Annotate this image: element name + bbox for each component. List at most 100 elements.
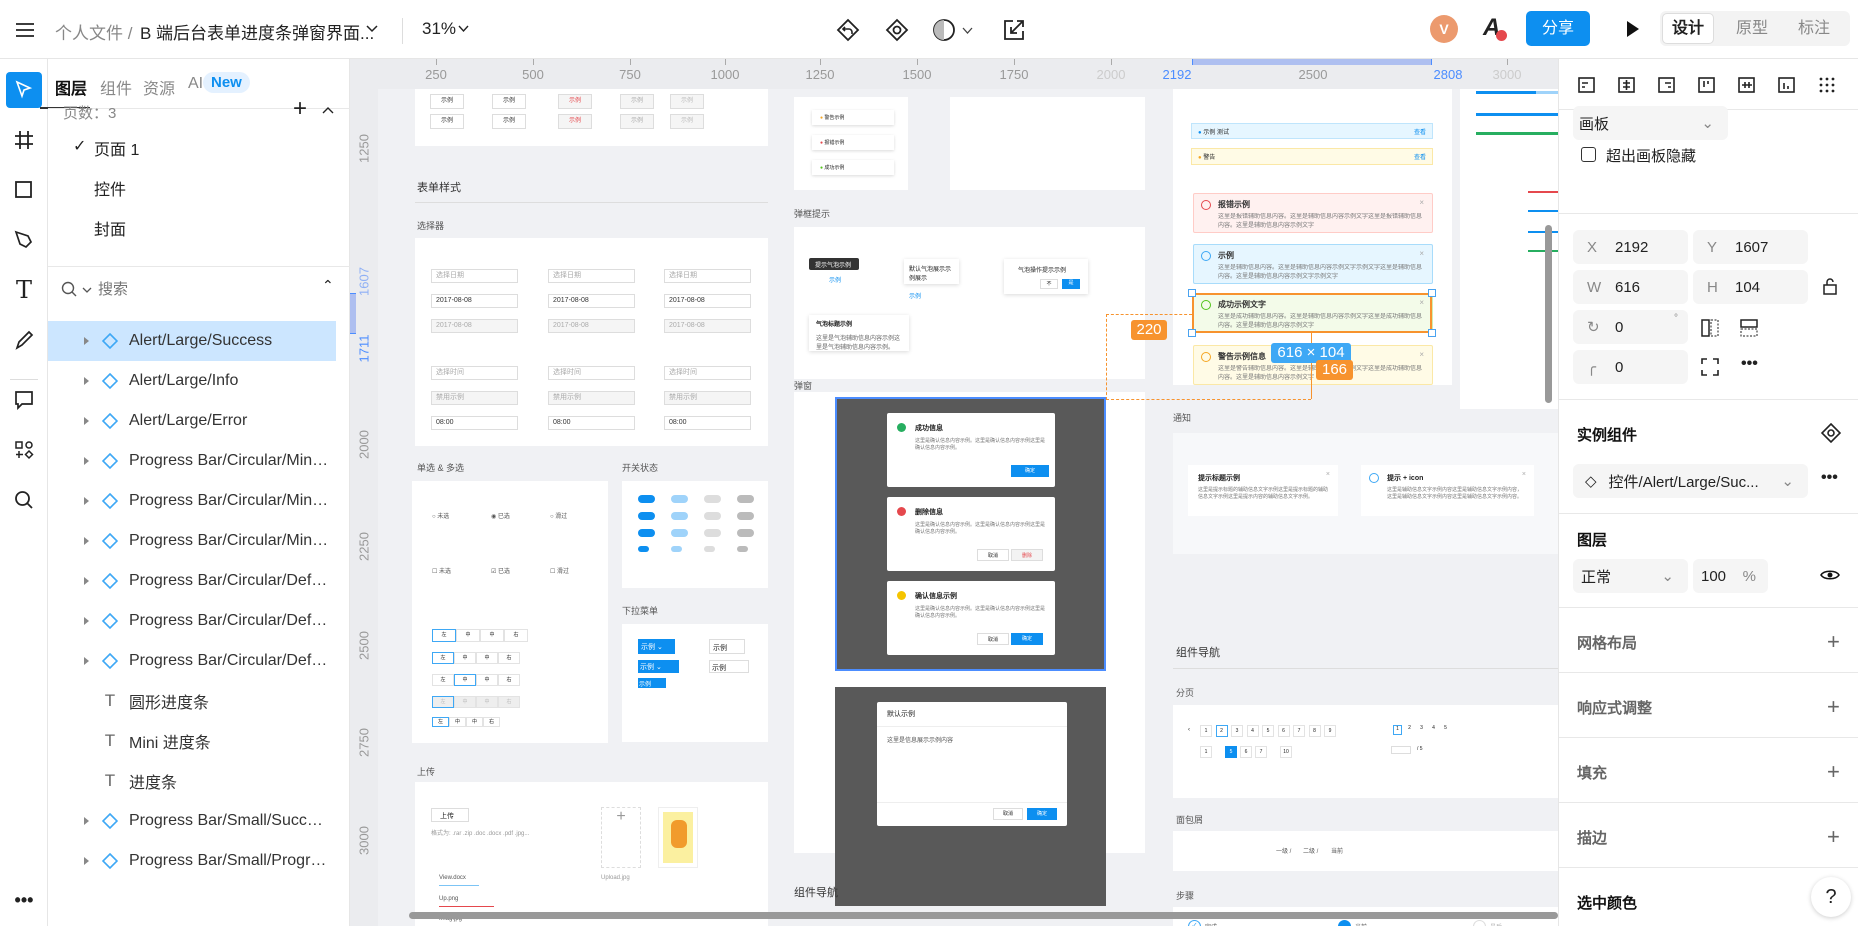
modal-button[interactable]: 删除 — [1011, 549, 1043, 561]
expand-triangle-icon[interactable] — [84, 497, 89, 505]
export-icon[interactable] — [1003, 19, 1025, 41]
file-name[interactable]: B 端后台表单进度条弹窗界面... — [140, 19, 374, 44]
expand-triangle-icon[interactable] — [84, 617, 89, 625]
modal-overlay[interactable]: 默认示例 这里是信息展示示例内容 取消 确定 — [835, 687, 1106, 906]
time-input[interactable]: 选择时间 — [431, 366, 518, 380]
fill-section[interactable]: 填充 — [1577, 762, 1607, 783]
expand-triangle-icon[interactable] — [84, 577, 89, 585]
page-number[interactable]: 5 — [1262, 725, 1274, 737]
segmented-option[interactable]: 左 — [432, 696, 454, 708]
radio-frame[interactable]: ○ 未选 ☐ 未选 ◉ 已选 ☑ 已选 ○ 滑过 ☐ 滑过左中中右左中中右左中中右左中中右… — [412, 481, 608, 743]
page-number[interactable]: 5 — [1225, 746, 1237, 758]
page-number[interactable]: 2 — [1215, 725, 1228, 737]
breadcrumb-root[interactable]: 个人文件 / — [55, 19, 132, 44]
dropdown-primary[interactable]: 示例 ⌄ — [638, 660, 679, 673]
modal-button[interactable]: 确定 — [1011, 465, 1049, 477]
switch-frame[interactable] — [622, 481, 768, 588]
menu-icon[interactable] — [10, 15, 40, 45]
frame-type-select[interactable]: 画板 ⌄ — [1573, 106, 1728, 140]
layer-row[interactable]: Progress Bar/Circular/Mini/... — [48, 481, 336, 521]
page-number[interactable]: 3 — [1231, 725, 1243, 737]
layer-row[interactable]: T Mini 进度条 — [48, 721, 336, 761]
align-top-icon[interactable] — [1697, 76, 1717, 94]
date-input[interactable]: 2017-08-08 — [548, 294, 635, 308]
date-input[interactable]: 2017-08-08 — [664, 294, 751, 308]
chevron-down-icon[interactable] — [458, 25, 469, 33]
resize-handle[interactable] — [1428, 289, 1436, 297]
segmented-option[interactable]: 中 — [449, 717, 466, 727]
sample-button[interactable]: 示例 — [620, 114, 654, 129]
segmented-option[interactable]: 左 — [432, 674, 454, 686]
page-item[interactable]: 封面 — [94, 216, 126, 240]
search-tool[interactable] — [6, 482, 42, 518]
mini-page-number[interactable]: 4 — [1429, 725, 1438, 735]
toggle-switch[interactable] — [638, 495, 655, 503]
expand-triangle-icon[interactable] — [84, 457, 89, 465]
close-icon[interactable]: × — [1419, 249, 1424, 258]
pen-tool[interactable] — [6, 222, 42, 258]
page-item[interactable]: 页面 1 — [94, 136, 139, 160]
layer-row[interactable]: Alert/Large/Success — [48, 321, 336, 361]
dropdown-primary[interactable]: 示例 ⌄ — [638, 639, 675, 654]
layer-row[interactable]: Progress Bar/Circular/Mini/... — [48, 521, 336, 561]
help-button[interactable]: ? — [1811, 877, 1851, 917]
close-icon[interactable]: × — [1419, 350, 1424, 359]
toggle-switch[interactable] — [671, 529, 688, 537]
layer-search-input[interactable] — [98, 277, 268, 301]
layer-row[interactable]: Progress Bar/Small/Progres... — [48, 841, 336, 881]
upload-image-button[interactable]: + — [601, 807, 641, 868]
toggle-switch[interactable] — [638, 546, 649, 552]
grid-layout-section[interactable]: 网格布局 — [1577, 632, 1637, 653]
mini-page-number[interactable]: 1 — [1393, 725, 1402, 735]
time-input[interactable]: 选择时间 — [664, 366, 751, 380]
page-number[interactable]: 8 — [1308, 725, 1321, 737]
canvas[interactable]: 250 500 750 1000 1250 1500 1750 2000 2500 3000 219… — [350, 59, 1558, 926]
toggle-switch[interactable] — [638, 529, 655, 537]
date-input[interactable]: 选择日期 — [548, 269, 635, 283]
modal-button[interactable]: 取消 — [977, 549, 1009, 561]
date-input[interactable]: 2017-08-08 — [664, 319, 751, 333]
collapse-all-icon[interactable]: ⌃ — [322, 277, 334, 294]
segmented-option[interactable]: 中 — [466, 717, 483, 727]
layer-row[interactable]: Alert/Large/Error — [48, 401, 336, 441]
align-right-icon[interactable] — [1657, 76, 1677, 94]
width-field[interactable]: W 616 — [1573, 270, 1688, 304]
segmented-option[interactable]: 左 — [432, 652, 454, 664]
segmented-option[interactable]: 中 — [480, 629, 504, 642]
page-number[interactable]: 9 — [1324, 725, 1336, 737]
add-constraint-icon[interactable]: + — [1827, 696, 1840, 718]
mode-prototype[interactable]: 原型 — [1726, 13, 1778, 44]
page-number[interactable]: 10 — [1280, 746, 1292, 758]
segmented-option[interactable]: 中 — [476, 652, 498, 664]
toggle-switch[interactable] — [671, 546, 682, 552]
page-number[interactable]: 7 — [1255, 746, 1267, 758]
sample-button[interactable]: 示例 — [492, 94, 526, 109]
layer-row[interactable]: Progress Bar/Circular/Defau... — [48, 561, 336, 601]
layer-row[interactable]: Progress Bar/Small/Success — [48, 801, 336, 841]
message-frame[interactable]: ● 警告示例 ● 报错示例 ● 成功示例 — [794, 97, 908, 190]
responsive-section[interactable]: 响应式调整 — [1577, 697, 1652, 718]
toggle-switch[interactable] — [704, 495, 721, 503]
plugins-tool[interactable] — [6, 432, 42, 468]
sample-button[interactable]: 示例 — [558, 114, 592, 129]
progress-frame[interactable] — [1460, 89, 1558, 409]
date-input[interactable]: 2017-08-08 — [548, 319, 635, 333]
close-icon[interactable]: × — [1419, 198, 1424, 207]
pencil-tool[interactable] — [6, 322, 42, 358]
toggle-switch[interactable] — [704, 512, 721, 520]
toggle-switch[interactable] — [737, 512, 754, 520]
rotation-field[interactable]: ↻ 0 ° — [1573, 310, 1688, 344]
page-number[interactable]: 1 — [1200, 725, 1212, 737]
expand-triangle-icon[interactable] — [84, 417, 89, 425]
close-icon[interactable]: × — [1522, 471, 1526, 478]
segmented-option[interactable]: 右 — [498, 696, 520, 708]
layer-row[interactable]: Alert/Large/Info — [48, 361, 336, 401]
page-number[interactable]: 6 — [1240, 746, 1252, 758]
close-icon[interactable]: × — [1326, 471, 1330, 478]
vertical-scrollbar[interactable] — [1545, 225, 1552, 403]
align-v-center-icon[interactable] — [1737, 76, 1757, 94]
tooltip-link[interactable]: 示例 — [829, 275, 841, 284]
time-input[interactable]: 08:00 — [664, 416, 751, 430]
breadcrumb-frame[interactable]: 一级 / 二级 / 当前 — [1173, 831, 1558, 871]
page-jump-input[interactable] — [1391, 746, 1411, 754]
